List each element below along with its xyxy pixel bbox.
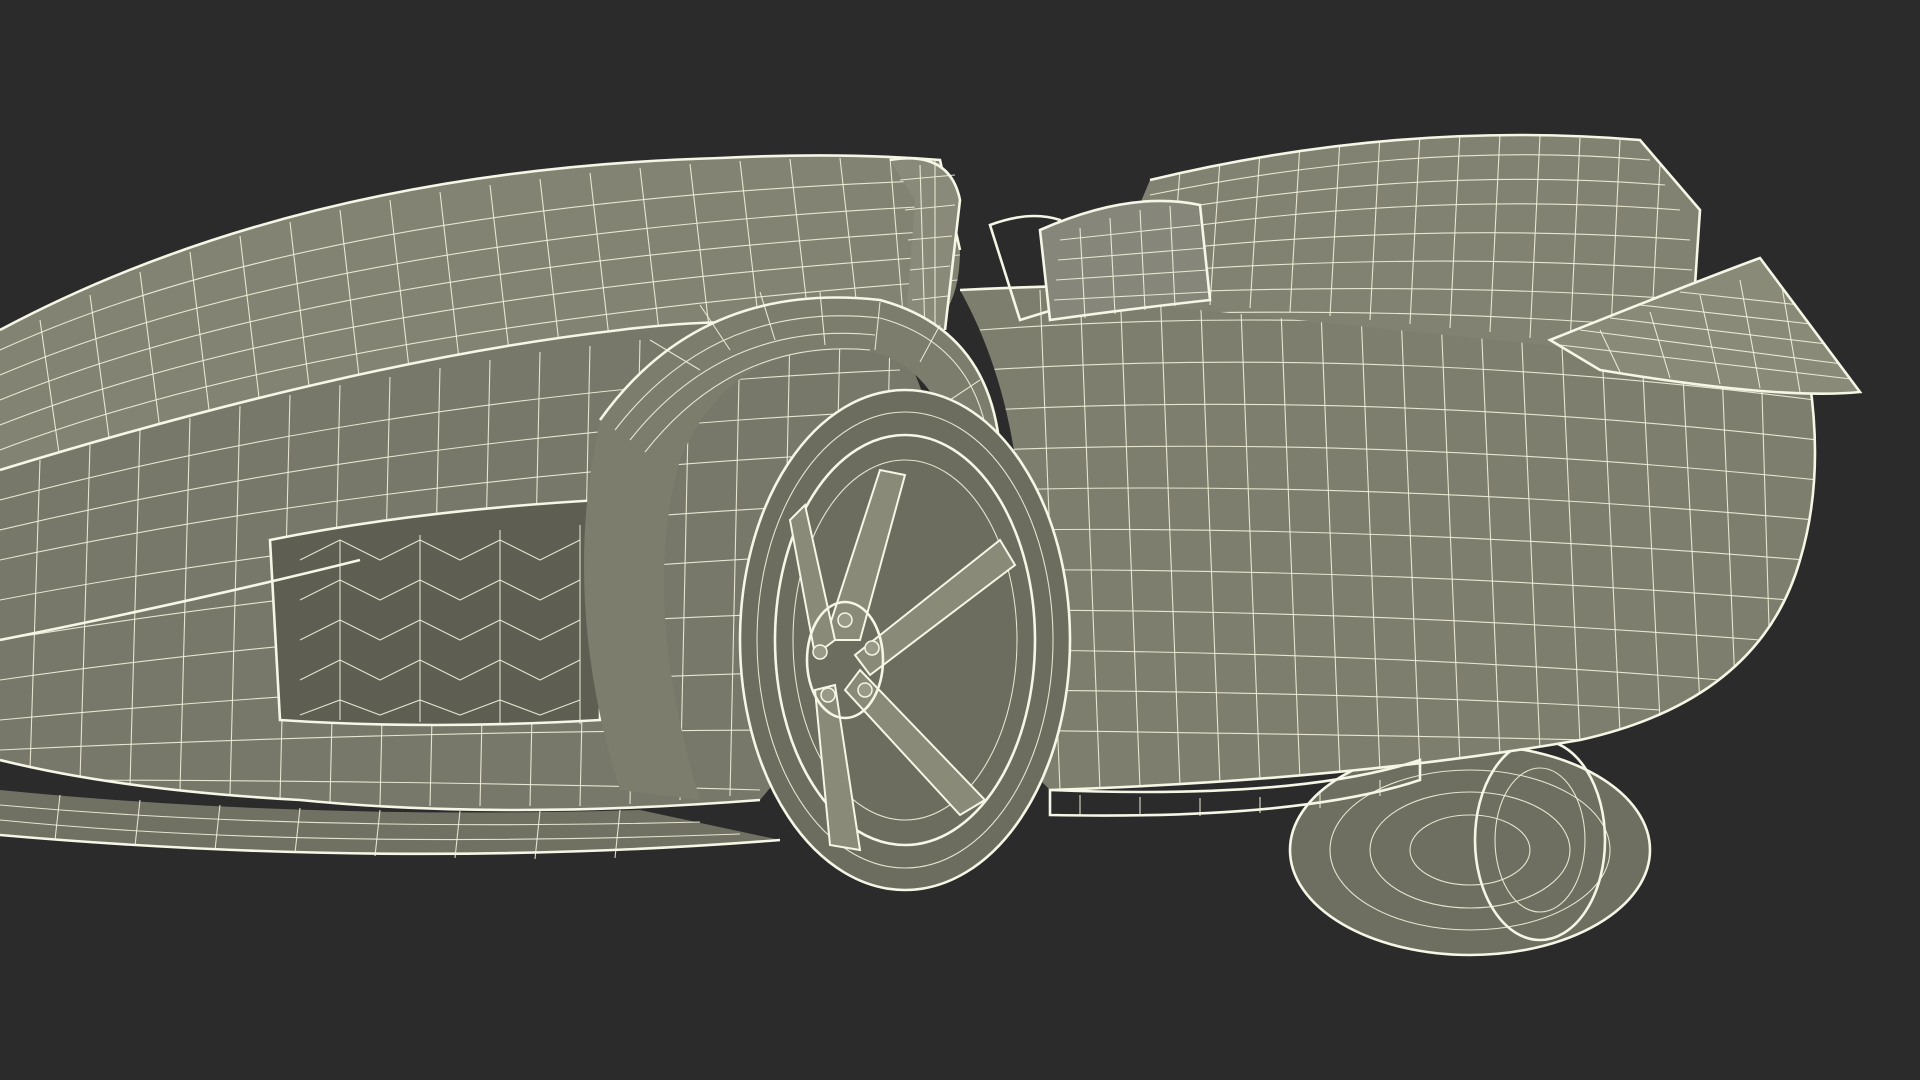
viewport-3d-car-wireframe bbox=[0, 133, 1863, 957]
front-air-intake bbox=[268, 498, 602, 727]
front-wheel bbox=[738, 388, 1072, 892]
